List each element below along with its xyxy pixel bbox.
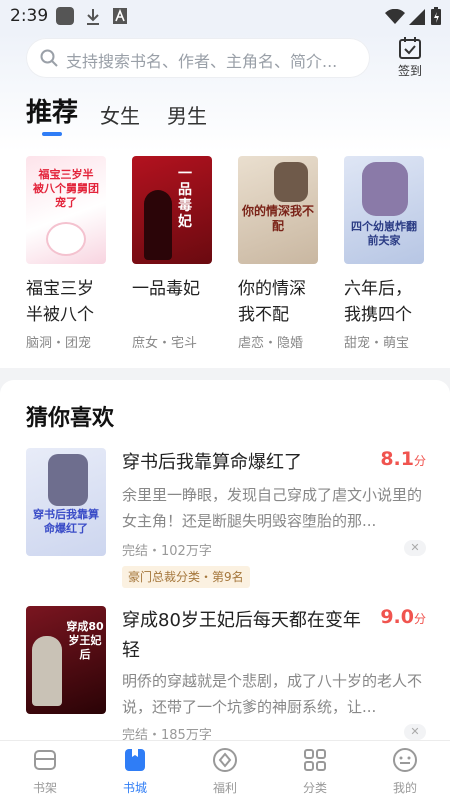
book-tags: 庶女・宅斗 [132,336,198,351]
cover-text: 穿书后我靠算命爆红了 [33,508,99,535]
download-icon [87,9,99,25]
book-title: 你的情深我不配 [238,279,306,325]
close-icon: ✕ [410,541,420,554]
book-meta: 完结・102万字 [122,544,212,559]
cover-text: 你的情深我不配 [242,204,315,233]
dismiss-button[interactable]: ✕ [404,724,426,740]
book-tags: 脑洞・团宠 [26,336,92,351]
app-notification-icon [56,7,74,25]
list-item[interactable]: 穿成80岁王妃后 穿成80岁王妃后每天都在变年轻 9.0分 明侨的穿越就是个悲剧… [26,606,426,743]
book-score: 8.1分 [380,448,426,470]
featured-book[interactable]: 一品毒妃 一品毒妃 庶女・宅斗 [132,156,214,351]
tab-female[interactable]: 女生 [100,100,140,129]
nav-label: 书城 [122,781,147,795]
book-title: 福宝三岁半被八个 [26,279,94,325]
cover-text: 福宝三岁半 被八个舅舅团宠了 [33,168,99,209]
tab-recommend[interactable]: 推荐 [26,92,78,129]
cover-text: 一品毒妃 [178,166,192,230]
book-title: 穿书后我靠算命爆红了 [122,452,302,473]
bookshelf-icon [34,750,56,770]
book-title: 一品毒妃 [132,279,200,299]
book-cover: 一品毒妃 [132,156,212,264]
signin-button[interactable]: 签到 [392,34,428,80]
book-tags: 虐恋・隐婚 [238,336,304,351]
book-description: 余里里一睁眼，发现自己穿成了虐文小说里的女主角！还是断腿失明毁容堕胎的那... [122,486,422,530]
close-icon: ✕ [410,725,420,738]
search-icon [40,49,58,67]
status-time: 2:39 [10,6,49,26]
search-placeholder: 支持搜索书名、作者、主角名、简介... [66,52,338,71]
score-value: 9.0 [380,606,414,628]
cover-illustration [144,190,172,260]
cover-text: 四个幼崽炸翻前夫家 [351,220,417,247]
cover-illustration [48,454,88,506]
profile-icon [393,748,417,772]
book-tags: 甜宠・萌宝 [344,336,410,351]
book-cover: 福宝三岁半 被八个舅舅团宠了 [26,156,106,264]
signin-label: 签到 [397,64,422,78]
text-app-icon [113,8,127,24]
list-item[interactable]: 穿书后我靠算命爆红了 穿书后我靠算命爆红了 8.1分 余里里一睁眼，发现自己穿成… [26,448,426,588]
book-cover: 你的情深我不配 [238,156,318,264]
tab-indicator [42,132,62,136]
book-cover: 穿书后我靠算命爆红了 [26,448,106,556]
bookstore-icon [125,749,145,771]
rank-badge: 豪门总裁分类・第9名 [122,566,250,588]
cover-illustration [274,162,308,202]
book-cover: 四个幼崽炸翻前夫家 [344,156,424,264]
nav-label: 分类 [302,781,327,795]
cover-illustration [32,636,62,706]
category-icon [304,749,326,771]
book-cover: 穿成80岁王妃后 [26,606,106,714]
nav-category[interactable]: 分类 [285,747,345,796]
nav-profile[interactable]: 我的 [375,747,435,796]
signal-icon [409,9,425,25]
book-score: 9.0分 [380,606,426,628]
dismiss-button[interactable]: ✕ [404,540,426,556]
tab-male[interactable]: 男生 [167,100,207,129]
score-unit: 分 [413,454,426,468]
score-value: 8.1 [380,448,414,470]
calendar-check-icon [399,37,421,59]
nav-label: 福利 [212,781,237,795]
status-bar: 2:39 [0,0,450,32]
section-title: 猜你喜欢 [26,406,115,431]
welfare-icon [213,748,237,772]
nav-bookshelf[interactable]: 书架 [15,747,75,796]
nav-bookstore[interactable]: 书城 [105,747,165,796]
search-input[interactable]: 支持搜索书名、作者、主角名、简介... [26,38,370,78]
book-title: 六年后，我携四个 [344,279,412,325]
cover-text: 穿成80岁王妃后 [66,620,104,661]
nav-welfare[interactable]: 福利 [195,747,255,796]
wifi-icon [385,9,405,24]
book-title: 穿成80岁王妃后每天都在变年轻 [122,610,361,661]
book-description: 明侨的穿越就是个悲剧，成了八十岁的老人不说，还带了一个坑爹的神厨系统，让... [122,672,422,716]
featured-book[interactable]: 四个幼崽炸翻前夫家 六年后，我携四个 甜宠・萌宝 [344,156,426,351]
nav-label: 我的 [392,781,417,795]
score-unit: 分 [413,612,426,626]
cover-illustration [48,224,84,254]
bottom-nav: 书架 书城 福利 分类 我的 [0,740,450,801]
nav-label: 书架 [32,781,57,795]
cover-illustration [362,162,408,216]
featured-book[interactable]: 你的情深我不配 你的情深我不配 虐恋・隐婚 [238,156,320,351]
featured-book[interactable]: 福宝三岁半 被八个舅舅团宠了 福宝三岁半被八个 脑洞・团宠 [26,156,108,351]
battery-icon [431,7,441,25]
